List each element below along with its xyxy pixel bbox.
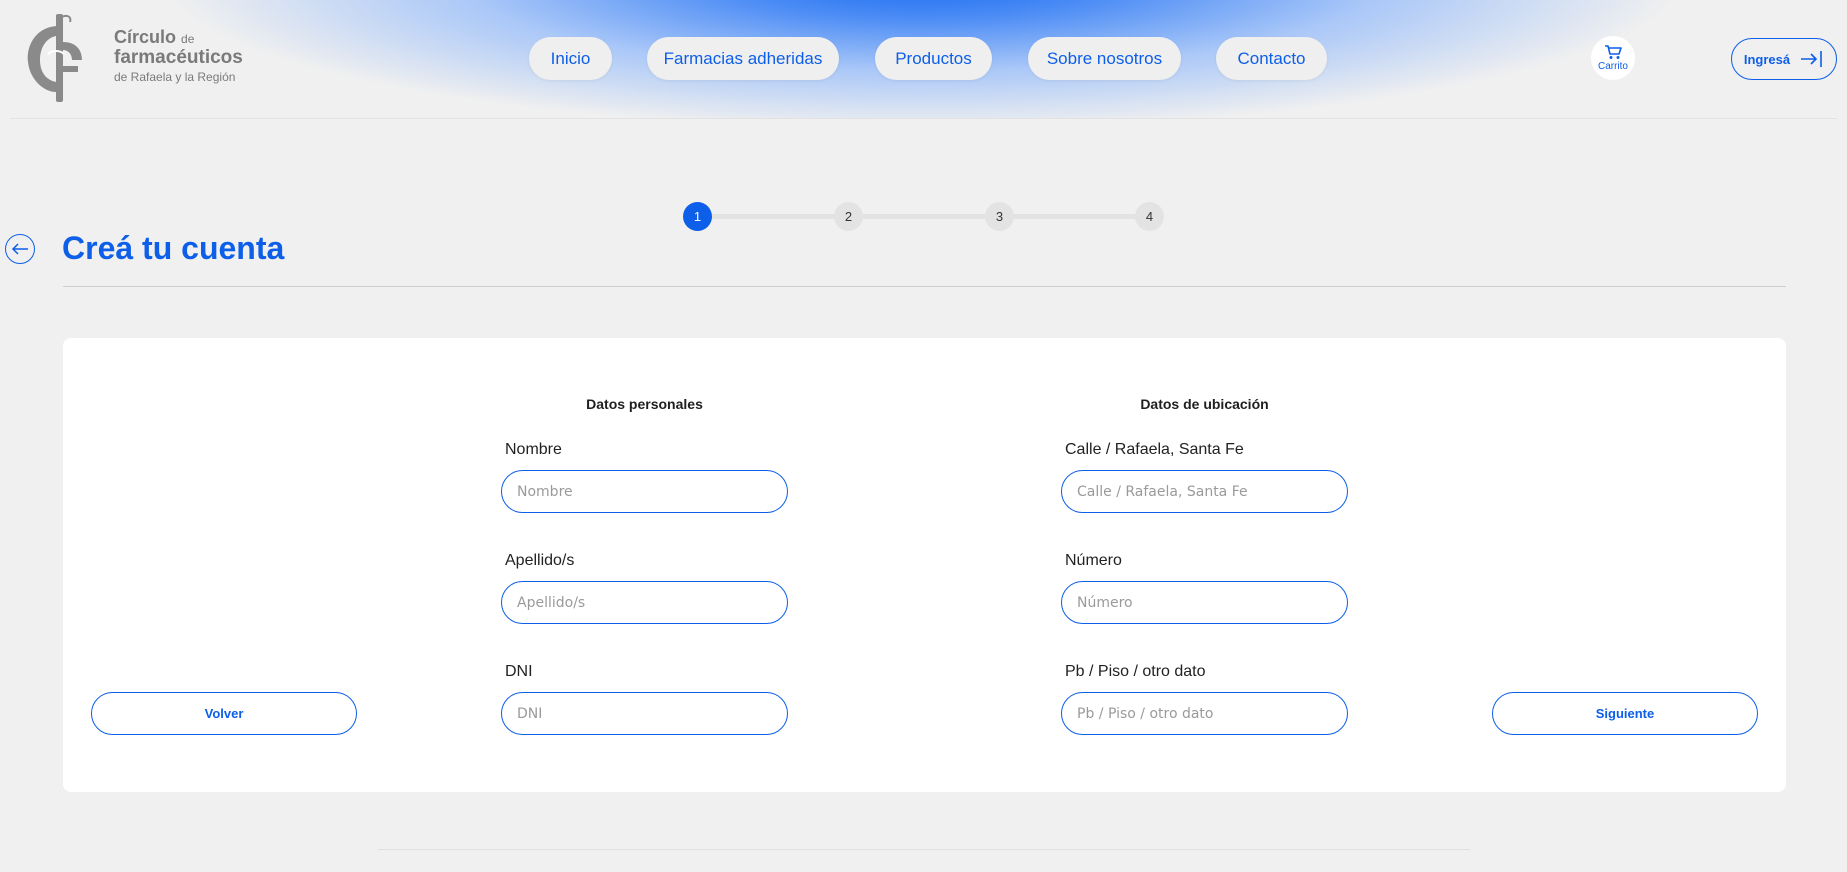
nav-productos[interactable]: Productos: [875, 37, 992, 80]
apellido-input[interactable]: [501, 581, 788, 624]
back-button[interactable]: [5, 234, 35, 264]
nombre-input[interactable]: [501, 470, 788, 513]
nav-inicio[interactable]: Inicio: [529, 37, 612, 80]
nav-contacto[interactable]: Contacto: [1216, 37, 1327, 80]
nav-farmacias-adheridas[interactable]: Farmacias adheridas: [647, 37, 839, 80]
stepper-connector: [697, 214, 848, 219]
login-arrow-icon: [1801, 51, 1822, 67]
stepper-step-3: 3: [985, 202, 1014, 231]
siguiente-button[interactable]: Siguiente: [1492, 692, 1758, 735]
dni-label: DNI: [505, 663, 533, 680]
dni-input[interactable]: [501, 692, 788, 735]
apellido-label: Apellido/s: [505, 552, 575, 569]
brand-line3: de Rafaela y la Región: [114, 70, 236, 84]
numero-label: Número: [1065, 552, 1122, 569]
stepper-step-1: 1: [683, 202, 712, 231]
nombre-label: Nombre: [505, 441, 562, 458]
page-title: Creá tu cuenta: [62, 230, 285, 266]
stepper-connector: [848, 214, 999, 219]
login-label: Ingresá: [1743, 51, 1791, 67]
brand-line2: farmacéuticos: [114, 47, 243, 68]
back-arrow-icon: [11, 243, 28, 255]
brand-line1-suffix: de: [181, 32, 195, 46]
stepper-step-4: 4: [1135, 202, 1164, 231]
location-section-title: Datos de ubicación: [1140, 396, 1269, 412]
footer-divider: [378, 849, 1470, 850]
calle-label: Calle / Rafaela, Santa Fe: [1065, 441, 1244, 458]
volver-button[interactable]: Volver: [91, 692, 357, 735]
signup-form-card: Datos personales Datos de ubicación Nomb…: [63, 338, 1786, 792]
brand-line1: Círculo: [114, 27, 177, 47]
cart-button[interactable]: Carrito: [1591, 36, 1635, 80]
personal-section-title: Datos personales: [586, 396, 703, 412]
cart-label: Carrito: [1597, 61, 1628, 72]
calle-input[interactable]: [1061, 470, 1348, 513]
header-divider: [10, 118, 1837, 119]
piso-label: Pb / Piso / otro dato: [1065, 663, 1206, 680]
stepper-connector: [999, 214, 1150, 219]
numero-input[interactable]: [1061, 581, 1348, 624]
stepper-step-2: 2: [834, 202, 863, 231]
brand-logo[interactable]: Círculo de farmacéuticos de Rafaela y la…: [26, 10, 256, 110]
cart-icon: [1605, 45, 1622, 59]
brand-name: Círculo de farmacéuticos de Rafaela y la…: [114, 28, 243, 86]
piso-input[interactable]: [1061, 692, 1348, 735]
logo-mark-icon: [27, 14, 82, 102]
login-button[interactable]: Ingresá: [1731, 38, 1837, 80]
nav-sobre-nosotros[interactable]: Sobre nosotros: [1028, 37, 1181, 80]
title-divider: [63, 286, 1786, 287]
